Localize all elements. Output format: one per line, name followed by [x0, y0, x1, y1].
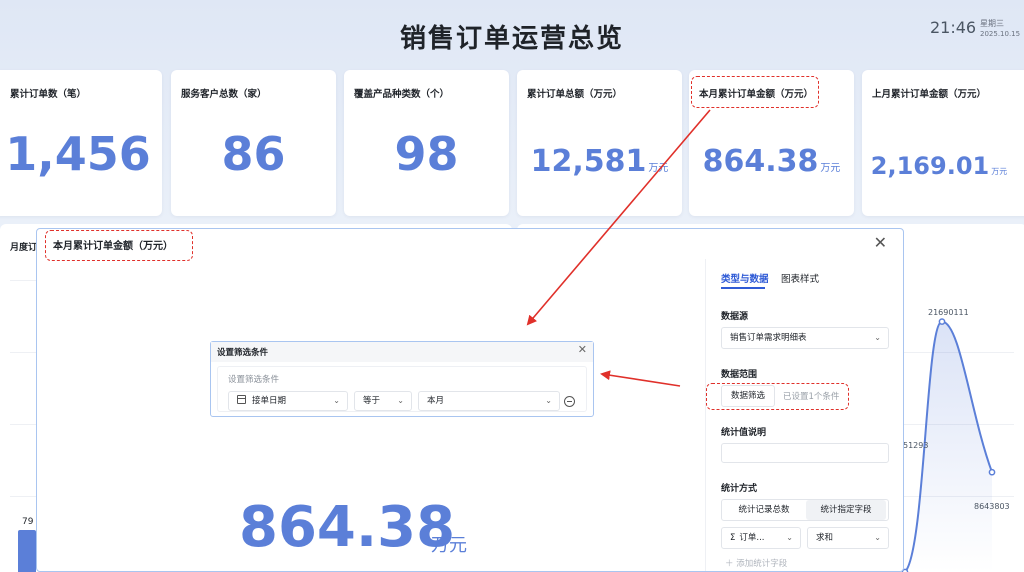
- chart-bar: [18, 530, 36, 572]
- dialog-header: 设置筛选条件 ✕: [211, 342, 593, 362]
- data-source-select[interactable]: 销售订单需求明细表 ⌄: [721, 327, 889, 349]
- page-title: 销售订单运营总览: [399, 24, 624, 54]
- kpi-title: 覆盖产品种类数（个）: [354, 89, 450, 100]
- chevron-down-icon: ⌄: [874, 533, 881, 542]
- aggregation-select[interactable]: 求和 ⌄: [807, 527, 889, 549]
- chart-data-label: 21690111: [928, 308, 969, 317]
- kpi-value: 2,169.01: [870, 152, 990, 180]
- clock-time: 21:46: [930, 18, 977, 37]
- monthly-orders-title: 月度订: [10, 243, 38, 253]
- filter-sublabel: 设置筛选条件: [228, 375, 280, 385]
- chart-point: [988, 468, 996, 476]
- filter-operator-select[interactable]: 等于 ⌄: [354, 391, 412, 411]
- kpi-card-products[interactable]: 覆盖产品种类数（个） 98: [344, 70, 509, 216]
- data-range-label: 数据范围: [721, 370, 758, 380]
- preview-value: 864.38: [239, 495, 456, 560]
- stat-field-value: 订单...: [739, 533, 765, 543]
- active-tab-indicator: [721, 287, 765, 289]
- filter-value: 本月: [427, 396, 445, 406]
- filter-condition-box: 设置筛选条件 接单日期 ⌄ 等于 ⌄ 本月 ⌄: [217, 366, 587, 412]
- tab-type-data[interactable]: 类型与数据: [721, 271, 769, 285]
- filter-condition-dialog: 设置筛选条件 ✕ 设置筛选条件 接单日期 ⌄ 等于 ⌄ 本月 ⌄: [210, 341, 594, 417]
- sigma-icon: Σ: [730, 533, 736, 543]
- filter-field-select[interactable]: 接单日期 ⌄: [228, 391, 348, 411]
- plus-icon: ＋: [725, 559, 737, 569]
- method-count-records[interactable]: 统计记录总数: [724, 500, 804, 520]
- kpi-card-customers[interactable]: 服务客户总数（家） 86: [171, 70, 336, 216]
- tab-chart-style[interactable]: 图表样式: [781, 271, 819, 285]
- aggregation-value: 求和: [816, 533, 834, 543]
- chevron-down-icon: ⌄: [786, 533, 793, 542]
- gridline: [10, 424, 36, 425]
- kpi-card-orders[interactable]: 累计订单数（笔） 1,456: [0, 70, 162, 216]
- modal-title: 本月累计订单金额（万元）: [53, 241, 173, 252]
- stat-field-select[interactable]: Σ 订单... ⌄: [721, 527, 801, 549]
- dialog-title: 设置筛选条件: [217, 348, 269, 358]
- gridline: [10, 496, 36, 497]
- stat-desc-input[interactable]: [721, 443, 889, 463]
- add-stat-field-button[interactable]: ＋ 添加统计字段: [725, 557, 787, 569]
- remove-condition-icon[interactable]: [564, 396, 575, 407]
- gridline: [10, 352, 36, 353]
- kpi-unit: 万元: [991, 167, 1008, 176]
- trend-line-chart: [901, 318, 996, 572]
- kpi-value: 12,581: [530, 144, 647, 179]
- chart-data-label: 51293: [903, 441, 929, 450]
- chart-point: [938, 318, 946, 325]
- stat-method-segment: 统计记录总数 统计指定字段: [721, 499, 889, 521]
- kpi-title: 累计订单总额（万元）: [527, 89, 623, 100]
- chevron-down-icon: ⌄: [874, 333, 881, 342]
- gridline: [10, 280, 36, 281]
- kpi-card-last-month-amount[interactable]: 上月累计订单金额（万元） 2,169.01 万元: [862, 70, 1024, 216]
- kpi-unit: 万元: [820, 163, 841, 174]
- add-stat-field-label: 添加统计字段: [736, 559, 788, 569]
- kpi-unit: 万元: [648, 163, 669, 174]
- filter-operator-value: 等于: [363, 396, 381, 406]
- chevron-down-icon: ⌄: [545, 396, 552, 405]
- clock-weekday: 星期三: [980, 19, 1004, 28]
- data-source-label: 数据源: [721, 312, 749, 322]
- bar-value-label: 79: [22, 517, 34, 527]
- stat-desc-label: 统计值说明: [721, 428, 767, 438]
- method-specified-field[interactable]: 统计指定字段: [806, 500, 886, 520]
- calendar-icon: [237, 395, 246, 404]
- kpi-card-total-amount[interactable]: 累计订单总额（万元） 12,581 万元: [517, 70, 682, 216]
- chevron-down-icon: ⌄: [397, 396, 404, 405]
- kpi-value: 98: [394, 127, 459, 181]
- kpi-card-month-amount[interactable]: 本月累计订单金额（万元） 864.38 万元: [689, 70, 854, 216]
- filter-count-note: 已设置1个条件: [783, 392, 840, 402]
- chevron-down-icon: ⌄: [333, 396, 340, 405]
- kpi-value: 864.38: [702, 144, 819, 179]
- stat-method-label: 统计方式: [721, 484, 758, 494]
- filter-field-value: 接单日期: [252, 396, 287, 406]
- chart-data-label: 8643803: [974, 502, 1010, 511]
- kpi-value: 1,456: [5, 127, 151, 181]
- preview-unit: 万元: [431, 535, 467, 556]
- filter-value-select[interactable]: 本月 ⌄: [418, 391, 560, 411]
- close-icon[interactable]: ✕: [578, 343, 587, 356]
- kpi-title: 服务客户总数（家）: [181, 89, 267, 100]
- kpi-value: 86: [221, 127, 286, 181]
- clock-date: 2025.10.15: [980, 30, 1021, 38]
- kpi-title: 累计订单数（笔）: [10, 89, 87, 100]
- kpi-title: 上月累计订单金额（万元）: [872, 89, 987, 100]
- kpi-title: 本月累计订单金额（万元）: [699, 89, 814, 100]
- config-panel: 类型与数据 图表样式 数据源 销售订单需求明细表 ⌄ 数据范围 数据筛选 已设置…: [721, 229, 903, 571]
- data-source-value: 销售订单需求明细表: [730, 333, 807, 343]
- data-filter-button[interactable]: 数据筛选: [721, 385, 775, 407]
- divider: [705, 259, 706, 571]
